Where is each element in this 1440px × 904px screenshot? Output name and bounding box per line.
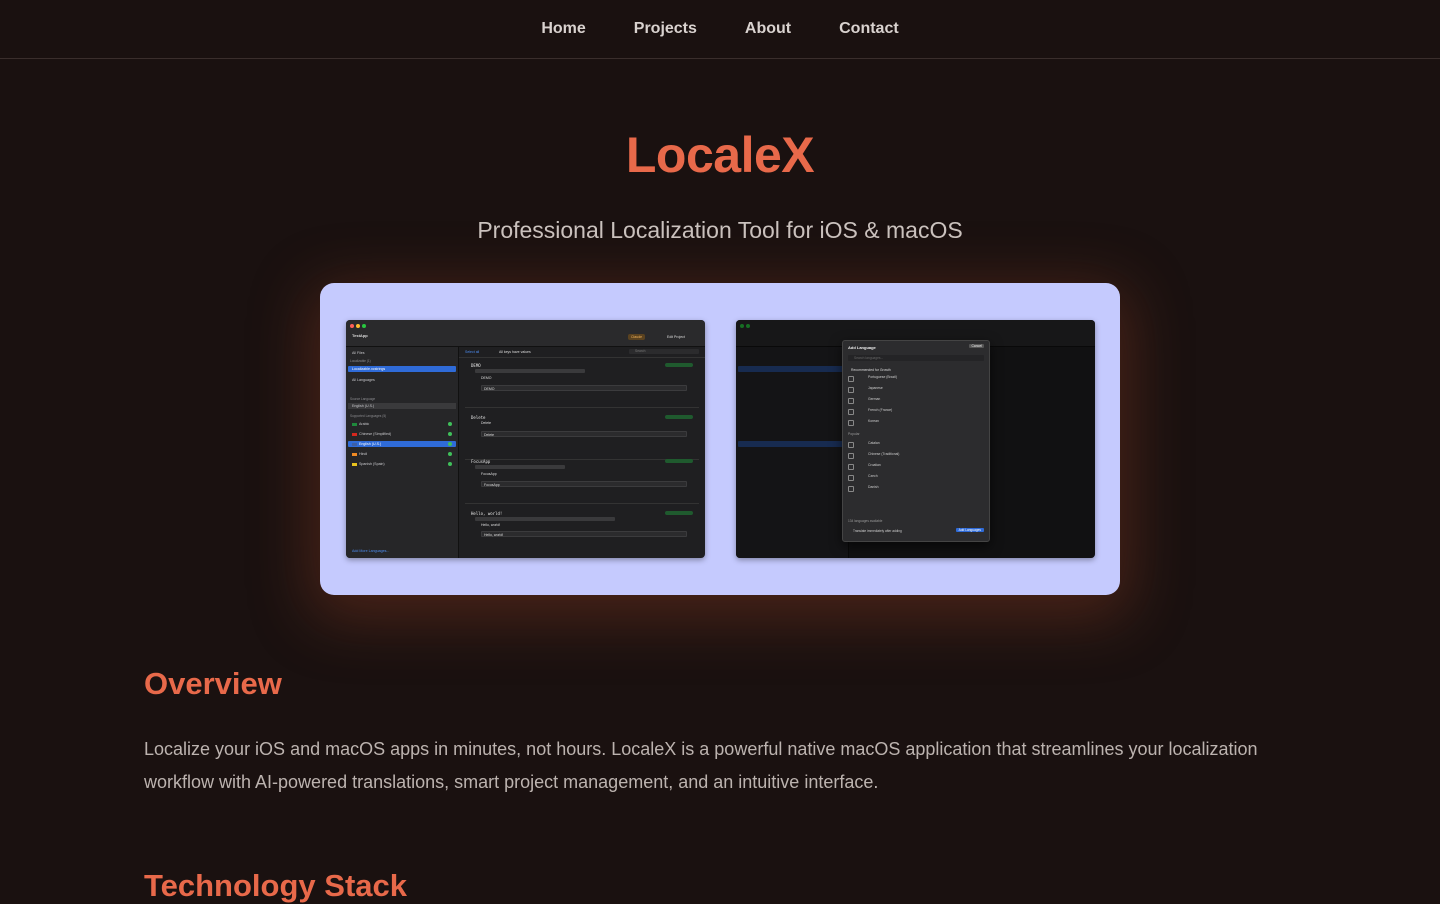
source-language-select: English (U.S.) xyxy=(348,403,456,409)
available-note: 134 languages available xyxy=(848,519,883,523)
nav-projects-link[interactable]: Projects xyxy=(634,20,697,38)
string-entry: FocusApp FocusApp FocusApp xyxy=(465,455,699,504)
language-option: Czech xyxy=(848,474,984,482)
checkbox-icon xyxy=(848,486,854,492)
translation-field: FocusApp xyxy=(481,481,687,487)
sidebar: All Files Localizable (1) Localizable.xc… xyxy=(346,347,459,558)
sidebar-item-all-languages: All Languages xyxy=(352,378,375,382)
translation-field: Hello, world! xyxy=(481,531,687,537)
translation-field: DEMO xyxy=(481,385,687,391)
editor-toolbar: Select all All keys have values Search xyxy=(459,347,705,358)
string-key: Delete xyxy=(471,415,486,420)
language-option: German xyxy=(848,397,984,405)
check-icon xyxy=(448,442,452,446)
string-entry: DEMO DEMO DEMO xyxy=(465,359,699,408)
check-icon xyxy=(448,422,452,426)
checkbox-icon xyxy=(848,409,854,415)
source-text: DEMO xyxy=(481,376,492,380)
string-entry: Hello, world! Hello, world! Hello, world… xyxy=(465,507,699,555)
source-text: Delete xyxy=(481,421,492,425)
technology-stack-heading: Technology Stack xyxy=(144,868,407,903)
flag-icon xyxy=(352,432,357,436)
check-icon xyxy=(448,462,452,466)
checkbox-icon xyxy=(848,387,854,393)
string-key: FocusApp xyxy=(471,459,491,464)
source-text: FocusApp xyxy=(481,472,497,476)
page-subtitle: Professional Localization Tool for iOS &… xyxy=(477,217,963,243)
translation-field: Delete xyxy=(481,431,687,437)
window-title: TestApp xyxy=(352,333,368,338)
source-text: Hello, world! xyxy=(481,523,501,527)
recommended-header: Recommended for Growth xyxy=(851,368,891,372)
maximize-icon xyxy=(362,324,366,328)
checkbox-icon xyxy=(848,376,854,382)
cancel-button: Cancel xyxy=(969,344,984,348)
sidebar-language-item: Hindi xyxy=(348,451,456,457)
language-option: Korean xyxy=(848,419,984,427)
page-title: LocaleX xyxy=(625,127,815,183)
add-languages-button: Add Languages xyxy=(955,528,984,532)
sidebar-item-all-files: All Files xyxy=(352,351,365,355)
language-option: Danish xyxy=(848,485,984,493)
language-option: Portuguese (Brazil) xyxy=(848,375,984,383)
popular-header: Popular xyxy=(848,432,860,436)
close-icon xyxy=(350,324,354,328)
sidebar-language-item: Arabic xyxy=(348,421,456,427)
top-nav: Home Projects About Contact xyxy=(0,0,1440,59)
checkbox-icon xyxy=(848,420,854,426)
strings-editor: Select all All keys have values Search D… xyxy=(459,347,705,558)
edit-project-button: Edit Project xyxy=(667,335,685,339)
translated-badge xyxy=(665,459,693,463)
overview-paragraph: Localize your iOS and macOS apps in minu… xyxy=(144,739,1258,792)
checkbox-icon xyxy=(848,464,854,470)
language-search-field: Search languages... xyxy=(848,355,984,361)
sidebar-language-item: Chinese (Simplified) xyxy=(348,431,456,437)
app-screenshot-add-language[interactable]: Add Language Cancel Search languages... … xyxy=(736,320,1095,558)
string-key: DEMO xyxy=(471,363,481,368)
language-option: Croatian xyxy=(848,463,984,471)
translated-badge xyxy=(665,415,693,419)
nav-about-link[interactable]: About xyxy=(745,20,791,38)
language-option: French (France) xyxy=(848,408,984,416)
auto-translate-toggle: Translate immediately after adding xyxy=(853,529,902,533)
dialog-title: Add Language xyxy=(848,345,876,350)
checkbox-icon xyxy=(848,442,854,448)
check-icon xyxy=(448,452,452,456)
string-entry: Delete Delete Delete xyxy=(465,411,699,460)
sidebar-section-localizable: Localizable (1) xyxy=(350,359,371,363)
checkbox-icon xyxy=(848,398,854,404)
add-language-dialog: Add Language Cancel Search languages... … xyxy=(842,340,990,542)
checkbox-icon xyxy=(848,453,854,459)
minimize-icon xyxy=(356,324,360,328)
flag-icon xyxy=(352,442,357,446)
filter-label: All keys have values xyxy=(499,350,531,354)
window-controls xyxy=(350,324,366,328)
flag-icon xyxy=(352,452,357,456)
search-field: Search xyxy=(629,349,699,354)
language-option: Catalan xyxy=(848,441,984,449)
language-option: Chinese (Traditional) xyxy=(848,452,984,460)
add-more-languages-link: Add More Languages... xyxy=(352,549,390,553)
language-option: Japanese xyxy=(848,386,984,394)
select-all-link: Select all xyxy=(465,350,480,354)
window-titlebar: TestApp Claude Edit Project xyxy=(346,320,705,347)
string-key: Hello, world! xyxy=(471,511,503,516)
translated-badge xyxy=(665,363,693,367)
checkbox-icon xyxy=(848,475,854,481)
app-screenshot-main-window[interactable]: TestApp Claude Edit Project All Files Lo… xyxy=(346,320,705,558)
check-icon xyxy=(448,432,452,436)
sidebar-item-localizable-file: Localizable.xcstrings xyxy=(348,366,456,372)
sidebar-language-item: English (U.S.) xyxy=(348,441,456,447)
flag-icon xyxy=(352,422,357,426)
claude-button: Claude xyxy=(628,334,646,340)
overview-heading: Overview xyxy=(144,666,282,701)
nav-contact-link[interactable]: Contact xyxy=(839,20,899,38)
sidebar-language-item: Spanish (Spain) xyxy=(348,461,456,467)
sidebar-section-source-language: Source Language xyxy=(350,397,376,401)
flag-icon xyxy=(352,462,357,466)
sidebar-section-supported: Supported Languages (5) xyxy=(350,414,387,418)
translated-badge xyxy=(665,511,693,515)
screenshot-showcase: TestApp Claude Edit Project All Files Lo… xyxy=(320,283,1120,595)
nav-home-link[interactable]: Home xyxy=(541,20,585,38)
